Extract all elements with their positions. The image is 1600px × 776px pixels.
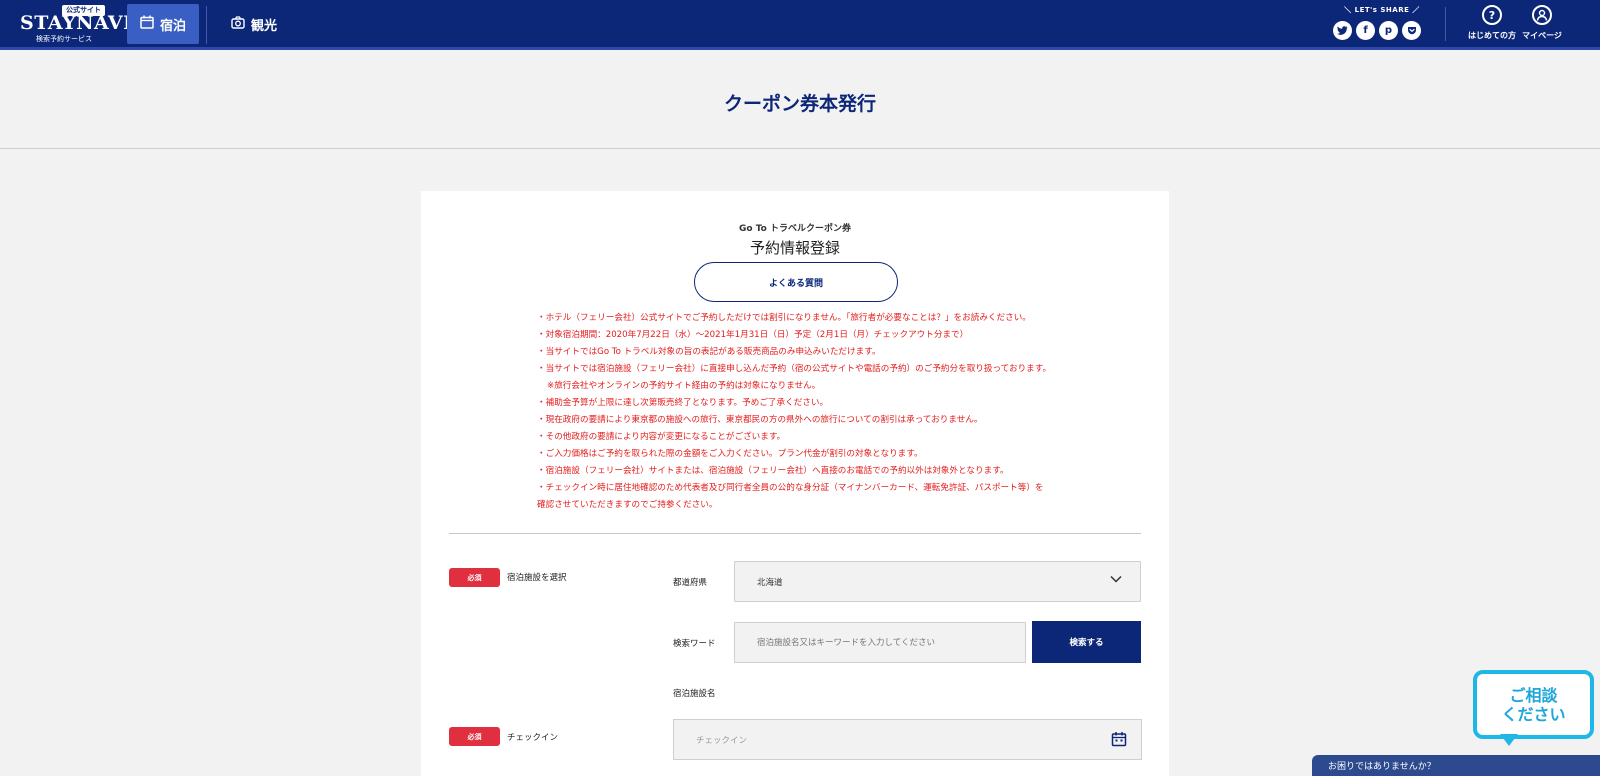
notice-item: ・対象宿泊期間：2020年7月22日（水）～2021年1月31日（日）予定（2月…	[537, 330, 969, 340]
first-time-link[interactable]: ? はじめての方	[1464, 5, 1520, 41]
keyword-input[interactable]	[734, 622, 1026, 663]
required-badge: 必須	[449, 568, 500, 587]
keyword-label: 検索ワード	[673, 639, 716, 649]
chat-consult-bubble[interactable]: ご相談 ください	[1473, 670, 1594, 739]
checkin-placeholder: チェックイン	[696, 735, 748, 746]
notice-item: ※旅行会社やオンラインの予約サイト経由の予約は対象になりません。	[547, 381, 821, 391]
page-title: クーポン券本発行	[723, 93, 876, 115]
nav-lodging-label: 宿泊	[159, 18, 186, 34]
mypage-link[interactable]: マイページ	[1514, 5, 1570, 41]
logo-text: STAYNAVI	[20, 12, 133, 34]
notice-item: ・当サイトでは宿泊施設（フェリー会社）に直接申し込んだ予約（宿の公式サイトや電話…	[537, 364, 1052, 374]
question-icon: ?	[1482, 5, 1502, 25]
prefecture-select[interactable]: 北海道	[734, 561, 1141, 602]
notice-item: ・ホテル（フェリー会社）公式サイトでご予約しただけでは割引になりません。「旅行者…	[537, 313, 1031, 323]
user-icon	[1532, 5, 1552, 25]
required-badge: 必須	[449, 727, 500, 746]
search-button[interactable]: 検索する	[1032, 621, 1141, 663]
checkin-section-label: チェックイン	[507, 733, 559, 743]
notice-item: ・宿泊施設（フェリー会社）サイトまたは、宿泊施設（フェリー会社）へ直接のお電話で…	[537, 466, 1009, 476]
chat-bubble-line1: ご相談	[1509, 685, 1558, 705]
title-band: クーポン券本発行	[0, 53, 1600, 149]
pinterest-icon[interactable]: p	[1379, 21, 1398, 40]
site-header: 公式サイト STAYNAVI 検索予約サービス 宿泊 観光 ＼ LET's SH…	[0, 0, 1600, 50]
section-divider	[449, 533, 1141, 534]
notice-item: ・その他政府の要請により内容が変更になることがございます。	[537, 432, 786, 442]
nav-sightseeing-label: 観光	[250, 18, 277, 34]
prefecture-label: 都道府県	[673, 578, 708, 588]
notice-item: ・補助金予算が上限に達し次第販売終了となります。予めご了承ください。	[537, 398, 829, 408]
camera-icon	[231, 15, 245, 33]
nav-divider	[206, 6, 207, 44]
mypage-label: マイページ	[1522, 31, 1562, 40]
notice-item: ・当サイトではGo To トラベル対象の旨の表記がある販売商品のみ申込みいただけ…	[537, 347, 881, 357]
chat-help-bar[interactable]: お困りではありませんか？	[1312, 755, 1600, 776]
faq-button[interactable]: よくある質問	[694, 262, 898, 302]
calendar-icon[interactable]	[1111, 731, 1127, 750]
notice-item: 確認させていただきますのでご持参ください。	[537, 500, 718, 510]
chat-bubble-tail	[1500, 734, 1518, 746]
notice-list: ・ホテル（フェリー会社）公式サイトでご予約しただけでは割引になりません。「旅行者…	[537, 310, 1097, 514]
checkin-date-field[interactable]: チェックイン	[673, 719, 1142, 760]
facility-section-label: 宿泊施設を選択	[507, 573, 567, 583]
prefecture-value: 北海道	[757, 577, 783, 588]
registration-card: Go To トラベルクーポン券 予約情報登録 よくある質問 ・ホテル（フェリー会…	[421, 191, 1169, 776]
chevron-down-icon	[1110, 575, 1122, 586]
chat-bubble-line2: ください	[1501, 704, 1566, 724]
pocket-icon[interactable]	[1402, 21, 1421, 40]
logo-subtitle: 検索予約サービス	[36, 35, 92, 43]
card-subtitle: Go To トラベルクーポン券	[739, 224, 851, 234]
nav-sightseeing[interactable]: 観光	[224, 4, 284, 44]
nav-lodging[interactable]: 宿泊	[127, 4, 199, 44]
card-title: 予約情報登録	[749, 239, 840, 257]
staynavi-logo[interactable]: 公式サイト STAYNAVI 検索予約サービス	[20, 4, 132, 46]
header-divider	[1445, 7, 1446, 41]
calendar-icon	[140, 15, 154, 33]
twitter-icon[interactable]	[1333, 21, 1352, 40]
share-label: ＼ LET's SHARE ／	[1344, 6, 1420, 14]
share-icons: f p	[1333, 21, 1421, 40]
facility-name-label: 宿泊施設名	[673, 689, 716, 699]
notice-item: ・現在政府の要請により東京都の施設への旅行、東京都民の方の県外への旅行についての…	[537, 415, 983, 425]
notice-item: ・チェックイン時に居住地確認のため代表者及び同行者全員の公的な身分証（マイナンバ…	[537, 483, 1044, 493]
facebook-icon[interactable]: f	[1356, 21, 1375, 40]
notice-item: ・ご入力価格はご予約を取られた際の金額をご入力ください。プラン代金が割引の対象と…	[537, 449, 923, 459]
first-time-label: はじめての方	[1468, 31, 1516, 40]
